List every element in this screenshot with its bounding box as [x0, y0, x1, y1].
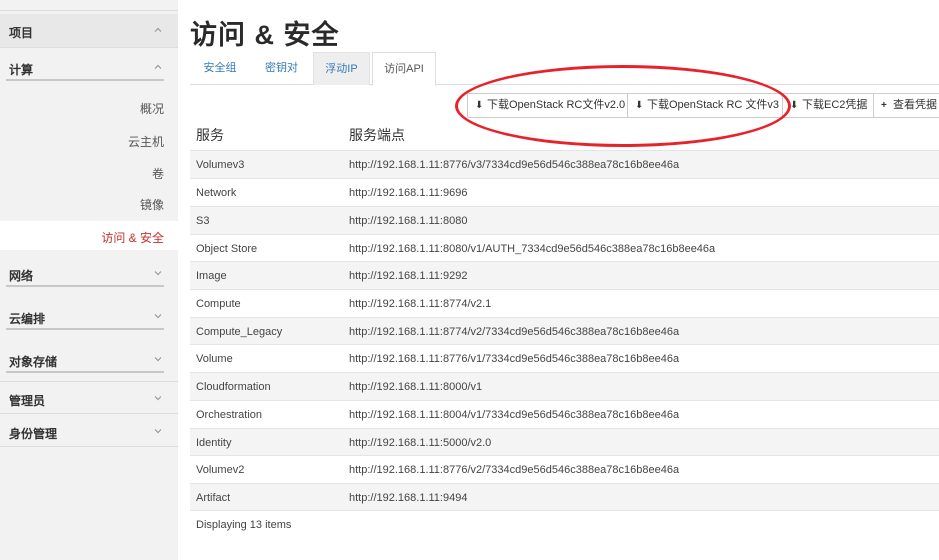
table-row: Volumev3 http://192.168.1.11:8776/v3/7334…: [190, 150, 939, 178]
service-name: Cloudformation: [196, 381, 271, 393]
table-row: Compute http://192.168.1.11:8774/v2.1: [190, 289, 939, 317]
service-name: Orchestration: [196, 409, 263, 421]
service-name: Image: [196, 270, 227, 282]
view-credentials-label: 查看凭据: [893, 99, 937, 111]
tab-bar: 安全组 密钥对 浮动IP 访问API: [190, 52, 939, 86]
service-name: Artifact: [196, 492, 231, 504]
table-row: Volume http://192.168.1.11:8776/v1/7334cd…: [190, 344, 939, 372]
chevron-up-icon: [153, 62, 163, 72]
service-endpoint: http://192.168.1.11:8000/v1: [349, 381, 483, 393]
table-footer-count: Displaying 13 items: [196, 519, 292, 531]
sidebar-divider: [0, 381, 178, 382]
service-endpoint: http://192.168.1.11:8004/v1/7334cd9e56d5…: [349, 409, 680, 421]
sidebar-compute-underline: [6, 79, 164, 81]
sidebar-project-label: 项目: [9, 26, 34, 40]
download-rc-v3-button[interactable]: ⬇ 下载OpenStack RC 文件v3: [627, 93, 788, 118]
chevron-up-icon: [153, 25, 163, 35]
tab-floating-ips[interactable]: 浮动IP: [313, 52, 370, 85]
sidebar-item-access-security-label: 访问 & 安全: [101, 231, 164, 245]
service-name: Identity: [196, 437, 232, 449]
column-header-endpoint[interactable]: 服务端点: [349, 125, 405, 145]
sidebar-object-storage-underline: [6, 371, 164, 373]
chevron-down-icon: [153, 354, 163, 364]
sidebar-item-volumes[interactable]: 卷: [152, 165, 164, 182]
service-endpoint: http://192.168.1.11:9696: [349, 187, 468, 199]
table-row: Artifact http://192.168.1.11:9494: [190, 483, 939, 511]
service-endpoint: http://192.168.1.11:8080: [349, 215, 468, 227]
sidebar-object-storage-label: 对象存储: [9, 355, 58, 369]
service-endpoint: http://192.168.1.11:5000/v2.0: [349, 437, 492, 449]
service-endpoint: http://192.168.1.11:8776/v2/7334cd9e56d5…: [349, 464, 680, 476]
view-credentials-button[interactable]: + 查看凭据: [873, 93, 939, 118]
service-name: Network: [196, 187, 237, 199]
sidebar-admin-label: 管理员: [9, 394, 46, 408]
table-row: Orchestration http://192.168.1.11:8004/v1…: [190, 400, 939, 428]
service-name: S3: [196, 215, 210, 227]
service-endpoint: http://192.168.1.11:8776/v3/7334cd9e56d5…: [349, 159, 680, 171]
tab-security-groups[interactable]: 安全组: [190, 52, 250, 85]
chevron-down-icon: [153, 426, 163, 436]
sidebar-network-label: 网络: [9, 269, 34, 283]
table-row: Image http://192.168.1.11:9292: [190, 261, 939, 289]
service-endpoint: http://192.168.1.11:8774/v2/7334cd9e56d5…: [349, 326, 680, 338]
service-name: Compute: [196, 298, 241, 310]
service-name: Object Store: [196, 243, 258, 255]
chevron-down-icon: [153, 268, 163, 278]
tab-key-pairs[interactable]: 密钥对: [250, 52, 313, 85]
sidebar-divider: [0, 446, 178, 447]
sidebar-top-divider: [0, 10, 178, 11]
sidebar-item-overview[interactable]: 概况: [140, 100, 164, 117]
table-row: S3 http://192.168.1.11:8080: [190, 206, 939, 234]
table-row: Cloudformation http://192.168.1.11:8000/v…: [190, 372, 939, 400]
tab-api-access[interactable]: 访问API: [372, 52, 436, 86]
chevron-down-icon: [153, 311, 163, 321]
service-endpoint: http://192.168.1.11:9494: [349, 492, 468, 504]
table-row: Network http://192.168.1.11:9696: [190, 178, 939, 206]
sidebar-network-underline: [6, 285, 164, 287]
download-icon: ⬇: [790, 100, 799, 111]
service-name: Compute_Legacy: [196, 326, 283, 338]
sidebar-item-images[interactable]: 镜像: [140, 196, 164, 213]
sidebar-orchestration-label: 云编排: [9, 312, 46, 326]
sidebar-orchestration-underline: [6, 328, 164, 330]
plus-icon: +: [881, 100, 887, 111]
download-icon: ⬇: [475, 100, 484, 111]
service-endpoint: http://192.168.1.11:8776/v1/7334cd9e56d5…: [349, 353, 680, 365]
download-icon: ⬇: [635, 100, 644, 111]
download-ec2-label: 下载EC2凭据: [802, 99, 868, 111]
sidebar: 项目 计算 概况 云主机 卷 镜像 访问 & 安全 网络 云编排 对象存储 管理…: [0, 0, 178, 560]
service-endpoint: http://192.168.1.11:8774/v2.1: [349, 298, 492, 310]
service-name: Volumev2: [196, 464, 245, 476]
table-row: Object Store http://192.168.1.11:8080/v1/…: [190, 234, 939, 262]
download-ec2-button[interactable]: ⬇ 下载EC2凭据: [782, 93, 876, 118]
table-row: Compute_Legacy http://192.168.1.11:8774/v…: [190, 317, 939, 345]
service-endpoint: http://192.168.1.11:8080/v1/AUTH_7334cd9…: [349, 243, 716, 255]
table-row: Volumev2 http://192.168.1.11:8776/v2/7334…: [190, 455, 939, 483]
download-rc-v3-label: 下载OpenStack RC 文件v3: [647, 99, 780, 111]
service-endpoint: http://192.168.1.11:9292: [349, 270, 468, 282]
chevron-down-icon: [153, 393, 163, 403]
download-rc-v2-button[interactable]: ⬇ 下载OpenStack RC文件v2.0: [467, 93, 634, 118]
column-header-service[interactable]: 服务: [196, 125, 224, 145]
page-title: 访问 & 安全: [190, 20, 340, 50]
sidebar-divider: [0, 47, 178, 48]
sidebar-item-access-security[interactable]: 访问 & 安全: [0, 221, 178, 250]
service-name: Volume: [196, 353, 233, 365]
sidebar-item-instances[interactable]: 云主机: [128, 133, 164, 150]
service-name: Volumev3: [196, 159, 245, 171]
table-row: Identity http://192.168.1.11:5000/v2.0: [190, 428, 939, 456]
sidebar-identity-label: 身份管理: [9, 427, 58, 441]
sidebar-compute-label: 计算: [9, 63, 34, 77]
sidebar-divider: [0, 413, 178, 414]
download-rc-v2-label: 下载OpenStack RC文件v2.0: [487, 99, 626, 111]
